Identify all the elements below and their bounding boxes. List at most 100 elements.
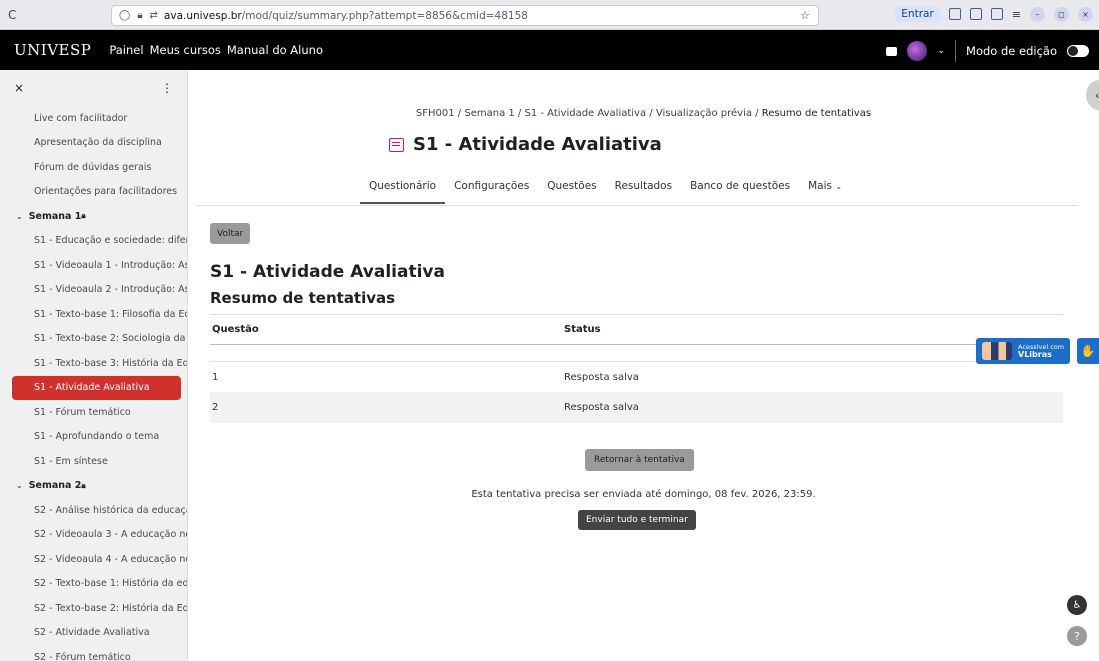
question-status: Resposta salva: [564, 402, 639, 413]
question-status: Resposta salva: [564, 371, 639, 383]
sidebar-item[interactable]: S1 - Videoaula 2 - Introdução: As ...: [0, 278, 187, 303]
back-button[interactable]: Voltar: [210, 223, 251, 244]
tab-questoes[interactable]: Questões: [538, 178, 605, 204]
sidebar-item[interactable]: Live com facilitador: [0, 106, 187, 131]
browser-toolbar: C ◯ 🔒︎ ⇄ ava.univesp.br/mod/quiz/summary…: [0, 0, 1099, 30]
browser-actions: Entrar ≡ – ◻ ×: [895, 6, 1093, 22]
sidebar-item[interactable]: Fórum de dúvidas gerais: [0, 155, 187, 180]
question-number[interactable]: 1: [210, 372, 564, 383]
container-icon[interactable]: [969, 8, 982, 20]
question-number[interactable]: 2: [210, 402, 564, 413]
sidebar-item[interactable]: S1 - Texto-base 2: Sociologia da E...: [0, 327, 187, 352]
edit-mode-toggle[interactable]: [1067, 45, 1089, 57]
sidebar-section[interactable]: ⌄ Semana 2 🔒︎: [0, 474, 187, 499]
tab-banco-de-questoes[interactable]: Banco de questões: [681, 178, 799, 204]
attempt-summary-table: Questão Status 1 Resposta salva 2 Respos…: [210, 314, 1063, 423]
deadline-text: Esta tentativa precisa ser enviada até d…: [471, 489, 816, 500]
breadcrumb-item[interactable]: S1 - Atividade Avaliativa: [524, 108, 646, 119]
course-index-drawer: × ⋮ Live com facilitador Apresentação da …: [0, 70, 188, 661]
shield-icon: ◯: [119, 10, 131, 21]
top-navbar: UNIVESP Painel Meus cursos Manual do Alu…: [0, 30, 1099, 70]
sidebar-item[interactable]: S2 - Texto-base 1: História da ed...: [0, 572, 187, 597]
chevron-down-icon[interactable]: ⌄: [16, 481, 23, 490]
bookmark-star-icon[interactable]: ☆: [800, 9, 810, 22]
table-header: Questão Status: [210, 314, 1063, 345]
address-bar[interactable]: ◯ 🔒︎ ⇄ ava.univesp.br/mod/quiz/summary.p…: [111, 5, 819, 26]
course-index-list: Live com facilitador Apresentação da disc…: [0, 106, 187, 661]
messages-icon[interactable]: [886, 46, 898, 56]
header-status: Status: [564, 324, 601, 335]
sidebar-section[interactable]: ⌄ Semana 1 🔒︎: [0, 204, 187, 229]
sidebar-item[interactable]: S1 - Aprofundando o tema: [0, 425, 187, 450]
reload-icon[interactable]: C: [8, 8, 22, 22]
chevron-left-icon: ‹: [1095, 88, 1099, 102]
sidebar-item[interactable]: S2 - Atividade Avaliativa: [0, 621, 187, 646]
minimize-icon[interactable]: –: [1030, 6, 1045, 22]
sidebar-item[interactable]: S1 - Atividade Avaliativa: [12, 375, 181, 400]
page-title: S1 - Atividade Avaliativa: [389, 134, 662, 155]
edit-mode-label: Modo de edição: [966, 44, 1057, 58]
sidebar-item[interactable]: S2 - Fórum temático: [0, 645, 187, 661]
close-drawer-icon[interactable]: ×: [14, 81, 24, 95]
maximize-icon[interactable]: ◻: [1054, 6, 1069, 22]
breadcrumb-item[interactable]: Visualização prévia: [656, 108, 752, 119]
sign-in-button[interactable]: Entrar: [895, 6, 940, 22]
page-title-text: S1 - Atividade Avaliativa: [413, 134, 662, 155]
table-row[interactable]: 2 Resposta salva: [210, 392, 1063, 423]
vlibras-label: Acessível com VLibras: [1018, 343, 1065, 359]
sidebar-item[interactable]: Apresentação da disciplina: [0, 131, 187, 156]
secondary-nav: Questionário Configurações Questões Resu…: [360, 178, 851, 204]
permissions-icon: ⇄: [149, 10, 158, 21]
table-spacer: [210, 345, 1063, 361]
lock-icon: 🔒︎: [137, 10, 143, 21]
url-text: ava.univesp.br/mod/quiz/summary.php?atte…: [163, 9, 528, 22]
menu-icon[interactable]: ≡: [1012, 8, 1021, 21]
sidebar-item[interactable]: S2 - Texto-base 2: História da Ed...: [0, 596, 187, 621]
sidebar-item[interactable]: S1 - Em síntese: [0, 449, 187, 474]
chevron-down-icon: ⌄: [835, 182, 843, 191]
breadcrumb-item[interactable]: SFH001: [416, 108, 455, 119]
vlibras-widget[interactable]: Acessível com VLibras: [976, 338, 1070, 364]
table-row[interactable]: 1 Resposta salva: [210, 361, 1063, 392]
sidebar-item[interactable]: S1 - Texto-base 1: Filosofia da Ed...: [0, 302, 187, 327]
sidebar-item[interactable]: S2 - Análise histórica da educaçã...: [0, 498, 187, 523]
sign-language-icon[interactable]: ✋: [1077, 338, 1099, 364]
main-content: SFH001 / Semana 1 / S1 - Atividade Avali…: [188, 70, 1099, 661]
chevron-down-icon[interactable]: ⌄: [937, 46, 945, 56]
sidebar-item[interactable]: S2 - Videoaula 4 - A educação no ...: [0, 547, 187, 572]
chevron-down-icon[interactable]: ⌄: [16, 212, 23, 221]
breadcrumb-item[interactable]: Semana 1: [464, 108, 514, 119]
more-options-icon[interactable]: ⋮: [161, 81, 173, 95]
vlibras-avatars-icon: [982, 342, 1012, 360]
sidebar-item[interactable]: S1 - Texto-base 3: História da Ed...: [0, 351, 187, 376]
sidebar-section-label: Semana 2: [28, 480, 82, 492]
univesp-logo[interactable]: UNIVESP: [14, 41, 91, 59]
extension-icon[interactable]: [948, 8, 961, 20]
user-avatar[interactable]: [907, 41, 928, 61]
quiz-heading: S1 - Atividade Avaliativa: [210, 262, 445, 282]
accessibility-icon[interactable]: ♿: [1067, 595, 1087, 615]
tab-mais[interactable]: Mais ⌄: [799, 178, 851, 204]
close-window-icon[interactable]: ×: [1078, 6, 1093, 22]
return-to-attempt-button[interactable]: Retornar à tentativa: [585, 449, 694, 471]
submit-all-button[interactable]: Enviar tudo e terminar: [578, 510, 696, 530]
tabs-divider: [196, 205, 1078, 206]
nav-link-painel[interactable]: Painel: [109, 43, 143, 57]
divider: [955, 40, 957, 62]
sidebar-item[interactable]: S1 - Educação e sociedade: difer...: [0, 229, 187, 254]
sidebar-item[interactable]: S1 - Videoaula 1 - Introdução: As ...: [0, 253, 187, 278]
nav-link-manual[interactable]: Manual do Aluno: [227, 43, 323, 57]
sidebar-section-label: Semana 1: [28, 210, 82, 222]
sidebar-toggle-icon[interactable]: [990, 8, 1003, 20]
lock-icon: 🔒︎: [81, 480, 86, 490]
tab-resultados[interactable]: Resultados: [606, 178, 681, 204]
summary-heading: Resumo de tentativas: [210, 289, 396, 307]
breadcrumb-current: Resumo de tentativas: [761, 108, 872, 119]
sidebar-item[interactable]: S2 - Videoaula 3 - A educação no ...: [0, 523, 187, 548]
tab-configuracoes[interactable]: Configurações: [445, 178, 538, 204]
sidebar-item[interactable]: S1 - Fórum temático: [0, 400, 187, 425]
nav-link-meus-cursos[interactable]: Meus cursos: [150, 43, 221, 57]
sidebar-item[interactable]: Orientações para facilitadores: [0, 180, 187, 205]
tab-questionario[interactable]: Questionário: [360, 178, 446, 204]
help-icon[interactable]: ?: [1067, 626, 1087, 646]
